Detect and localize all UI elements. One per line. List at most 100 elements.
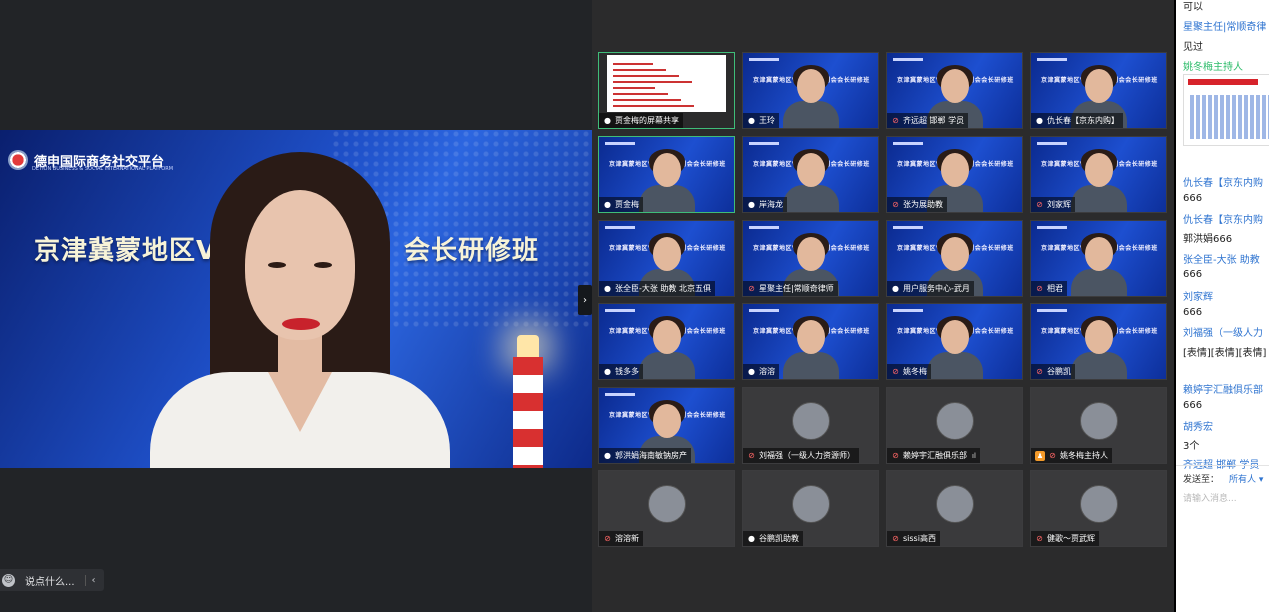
chat-message-text: 666 — [1183, 307, 1203, 318]
participant-name: 钱多多 — [615, 367, 639, 376]
participant-tile[interactable]: 京津冀蒙地区VIP俱乐部创会会长研修班●张全臣-大张 助教 北京五俱 — [598, 220, 735, 297]
avatar — [935, 402, 974, 440]
participant-video — [1071, 233, 1127, 296]
lighthouse-decoration — [505, 335, 551, 468]
participant-tile[interactable]: 京津冀蒙地区VIP俱乐部创会会长研修班●岸海龙 — [742, 136, 879, 213]
signal-strength-icon: ıl — [972, 451, 976, 460]
participant-tile[interactable]: 京津冀蒙地区VIP俱乐部创会会长研修班⊘相君 — [1030, 220, 1167, 297]
participant-name-bar: ● 张全臣-大张 助教 北京五俱 — [599, 281, 715, 296]
participant-name: 健歌～贾武辉 — [1047, 534, 1095, 543]
chat-sender-name: 胡秀宏 — [1183, 422, 1213, 433]
participant-tile[interactable]: ⊘ 溶溶新 — [598, 470, 735, 547]
microphone-muted-icon: ⊘ — [892, 116, 899, 125]
participant-tile[interactable]: 京津冀蒙地区VIP俱乐部创会会长研修班⊘姚冬梅 — [886, 303, 1023, 380]
participant-tile[interactable]: 京津冀蒙地区VIP俱乐部创会会长研修班⊘星聚主任|常顺奇律师 — [742, 220, 879, 297]
participant-video — [639, 149, 695, 212]
participant-tile[interactable]: 京津冀蒙地区VIP俱乐部创会会长研修班●郭洪娟海南敏钠房产 — [598, 387, 735, 464]
participant-tile[interactable]: 京津冀蒙地区VIP俱乐部创会会长研修班●用户服务中心-武月 — [886, 220, 1023, 297]
participant-tile[interactable]: 京津冀蒙地区VIP俱乐部创会会长研修班⊘谷鹏凯 — [1030, 303, 1167, 380]
microphone-icon: ● — [748, 116, 755, 125]
participant-name-bar: ⊘ 相君 — [1031, 281, 1067, 296]
participant-tile[interactable]: 京津冀蒙地区VIP俱乐部创会会长研修班●钱多多 — [598, 303, 735, 380]
microphone-icon: ● — [748, 200, 755, 209]
brand-logo: 德申国际商务社交平台 DETION BUSINESS & SOCIAL INTE… — [8, 150, 173, 172]
participant-name: 张全臣-大张 助教 北京五俱 — [615, 284, 711, 293]
participant-video — [783, 316, 839, 379]
chat-image-message[interactable] — [1183, 74, 1269, 146]
participant-video — [927, 316, 983, 379]
participant-name-bar: ● 郭洪娟海南敏钠房产 — [599, 448, 691, 463]
participant-name: 赖婷宇汇融俱乐部 — [903, 451, 967, 460]
microphone-icon: ● — [604, 451, 611, 460]
chat-sender-name: 星聚主任|常顺奇律 — [1183, 22, 1267, 33]
participant-tile[interactable]: 京津冀蒙地区VIP俱乐部创会会长研修班●溶溶 — [742, 303, 879, 380]
chat-sender-name: 刘福强（一级人力 — [1183, 328, 1263, 339]
microphone-muted-icon: ⊘ — [892, 534, 899, 543]
participant-name-bar: ⊘ 张为展助教 — [887, 197, 947, 212]
participant-name: 贾金梅的屏幕共享 — [615, 116, 679, 125]
toggle-grid-button[interactable]: › — [578, 285, 592, 315]
microphone-icon: ● — [604, 367, 611, 376]
participant-name-bar: ⊘ 齐远超 邯郸 学员 — [887, 113, 969, 128]
participant-video — [1071, 316, 1127, 379]
participant-video — [783, 149, 839, 212]
participant-name: 贾金梅 — [615, 200, 639, 209]
microphone-icon: ● — [604, 284, 611, 293]
microphone-muted-icon: ⊘ — [892, 451, 899, 460]
microphone-icon: ● — [1036, 116, 1043, 125]
participant-name: 用户服务中心-武月 — [903, 284, 970, 293]
participant-name: 星聚主任|常顺奇律师 — [759, 284, 834, 293]
participant-name: 谷鹏凯助教 — [759, 534, 799, 543]
participant-name-bar: ● 溶溶 — [743, 364, 779, 379]
participant-tile[interactable]: 京津冀蒙地区VIP俱乐部创会会长研修班●仇长春【京东内购】 — [1030, 52, 1167, 129]
emoji-icon[interactable]: ☺ — [2, 573, 15, 587]
send-to-select[interactable]: 所有人 ▾ — [1229, 472, 1263, 485]
participant-name-bar: ● 谷鹏凯助教 — [743, 531, 803, 546]
participant-tile[interactable]: ⊘ sissi高西 — [886, 470, 1023, 547]
participant-name-bar: ⊘ 刘家辉 — [1031, 197, 1075, 212]
participant-tile[interactable]: ⊘ 健歌～贾武辉 — [1030, 470, 1167, 547]
participant-name: 溶溶 — [759, 367, 775, 376]
participant-name-bar: ⊘ 谷鹏凯 — [1031, 364, 1075, 379]
participant-tile[interactable]: ♟ ⊘ 姚冬梅主持人 — [1030, 387, 1167, 464]
microphone-muted-icon: ⊘ — [892, 367, 899, 376]
main-speaker-video[interactable]: 德申国际商务社交平台 DETION BUSINESS & SOCIAL INTE… — [0, 130, 592, 468]
chat-message-text: 3个 — [1183, 441, 1200, 452]
participant-tile[interactable]: 京津冀蒙地区VIP俱乐部创会会长研修班●王玲 — [742, 52, 879, 129]
participant-name-bar: ⊘ 健歌～贾武辉 — [1031, 531, 1099, 546]
participant-tile[interactable]: 京津冀蒙地区VIP俱乐部创会会长研修班⊘齐远超 邯郸 学员 — [886, 52, 1023, 129]
chat-message-text: 可以 — [1183, 2, 1203, 13]
participant-tile[interactable]: ⊘ 刘福强（一级人力资源师） — [742, 387, 879, 464]
participant-tile[interactable]: 京津冀蒙地区VIP俱乐部创会会长研修班●贾金梅 — [598, 136, 735, 213]
logo-mark-icon — [8, 150, 28, 170]
participant-name: 齐远超 邯郸 学员 — [903, 116, 965, 125]
chat-input[interactable]: 请输入消息... — [1183, 491, 1237, 504]
chat-sender-name: 刘家辉 — [1183, 292, 1213, 303]
participant-tile[interactable]: 京津冀蒙地区VIP俱乐部创会会长研修班⊘刘家辉 — [1030, 136, 1167, 213]
shared-screen-preview — [607, 55, 726, 112]
chat-sender-name: 仇长春【京东内购 — [1183, 178, 1263, 189]
participant-video — [1071, 149, 1127, 212]
participant-name-bar: ⊘ 星聚主任|常顺奇律师 — [743, 281, 838, 296]
microphone-muted-icon: ⊘ — [1036, 367, 1043, 376]
participant-name-bar: ⊘ 赖婷宇汇融俱乐部 ıl — [887, 448, 980, 463]
quick-chat-bar[interactable]: ☺ 说点什么... ‹ — [0, 569, 104, 591]
participant-tile[interactable]: ⊘ 赖婷宇汇融俱乐部 ıl — [886, 387, 1023, 464]
participant-tile[interactable]: 京津冀蒙地区VIP俱乐部创会会长研修班⊘张为展助教 — [886, 136, 1023, 213]
microphone-muted-icon: ⊘ — [748, 284, 755, 293]
participant-tile[interactable]: ● 贾金梅的屏幕共享 — [598, 52, 735, 129]
participant-name: 仇长春【京东内购】 — [1047, 116, 1119, 125]
microphone-muted-icon: ⊘ — [892, 200, 899, 209]
microphone-muted-icon: ⊘ — [604, 534, 611, 543]
quick-chat-placeholder[interactable]: 说点什么... — [25, 573, 75, 588]
send-to-label: 发送至： — [1183, 475, 1220, 485]
microphone-muted-icon: ⊘ — [1036, 200, 1043, 209]
participant-name-bar: ● 岸海龙 — [743, 197, 787, 212]
participant-tile[interactable]: ● 谷鹏凯助教 — [742, 470, 879, 547]
collapse-chat-icon[interactable]: ‹ — [84, 574, 96, 586]
avatar — [791, 402, 830, 440]
participant-name-bar: ⊘ 溶溶新 — [599, 531, 643, 546]
participant-name-bar: ● 钱多多 — [599, 364, 643, 379]
participant-name-bar: ● 王玲 — [743, 113, 779, 128]
participant-name-bar: ♟ ⊘ 姚冬梅主持人 — [1031, 448, 1112, 463]
